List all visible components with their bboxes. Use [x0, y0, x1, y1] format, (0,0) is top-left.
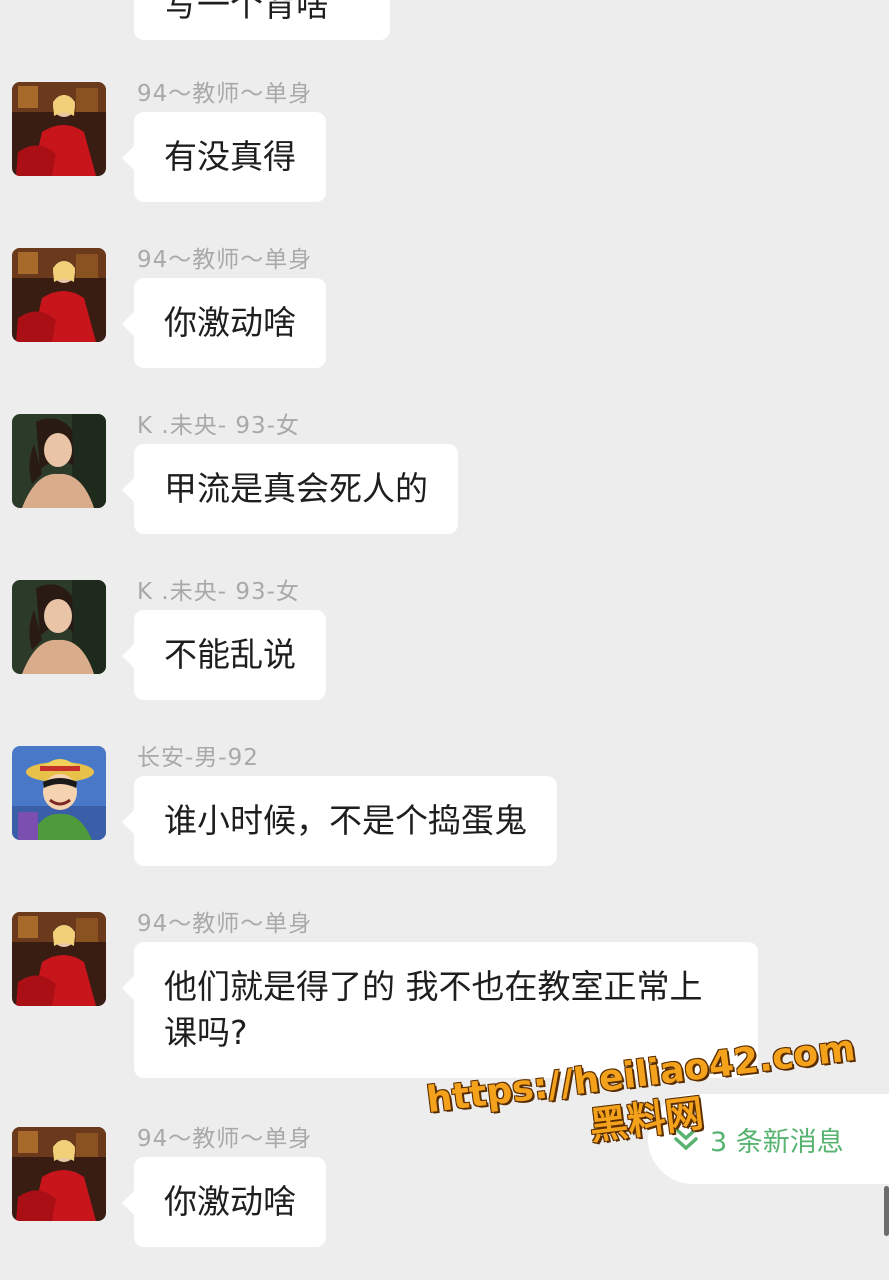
- sender-name: K .未央- 93-女: [137, 413, 300, 439]
- red-dress-woman-avatar[interactable]: [12, 912, 106, 1006]
- woman-portrait-avatar[interactable]: [12, 580, 106, 674]
- scrollbar-thumb[interactable]: [884, 1186, 889, 1236]
- sender-name: K .未央- 93-女: [137, 579, 300, 605]
- message-bubble[interactable]: 不能乱说: [122, 610, 326, 700]
- sender-name: 94～教师～单身: [137, 81, 313, 107]
- message-bubble[interactable]: 你激动啥: [122, 1157, 326, 1247]
- red-dress-woman-avatar[interactable]: [12, 1127, 106, 1221]
- message-bubble[interactable]: 有没真得: [122, 112, 326, 202]
- message-bubble[interactable]: 你激动啥: [122, 278, 326, 368]
- woman-portrait-avatar[interactable]: [12, 414, 106, 508]
- sender-name: 长安-男-92: [137, 745, 259, 771]
- sender-name: 94～教师～单身: [137, 1126, 313, 1152]
- message-bubble[interactable]: 谁小时候，不是个捣蛋鬼: [122, 776, 557, 866]
- red-dress-woman-avatar[interactable]: [12, 82, 106, 176]
- message-bubble[interactable]: 甲流是真会死人的: [122, 444, 458, 534]
- sender-name: 94～教师～单身: [137, 911, 313, 937]
- red-dress-woman-avatar[interactable]: [12, 248, 106, 342]
- cartoon-straw-hat-boy-avatar[interactable]: [12, 746, 106, 840]
- message-bubble[interactable]: 写一个背啥: [134, 0, 390, 40]
- sender-name: 94～教师～单身: [137, 247, 313, 273]
